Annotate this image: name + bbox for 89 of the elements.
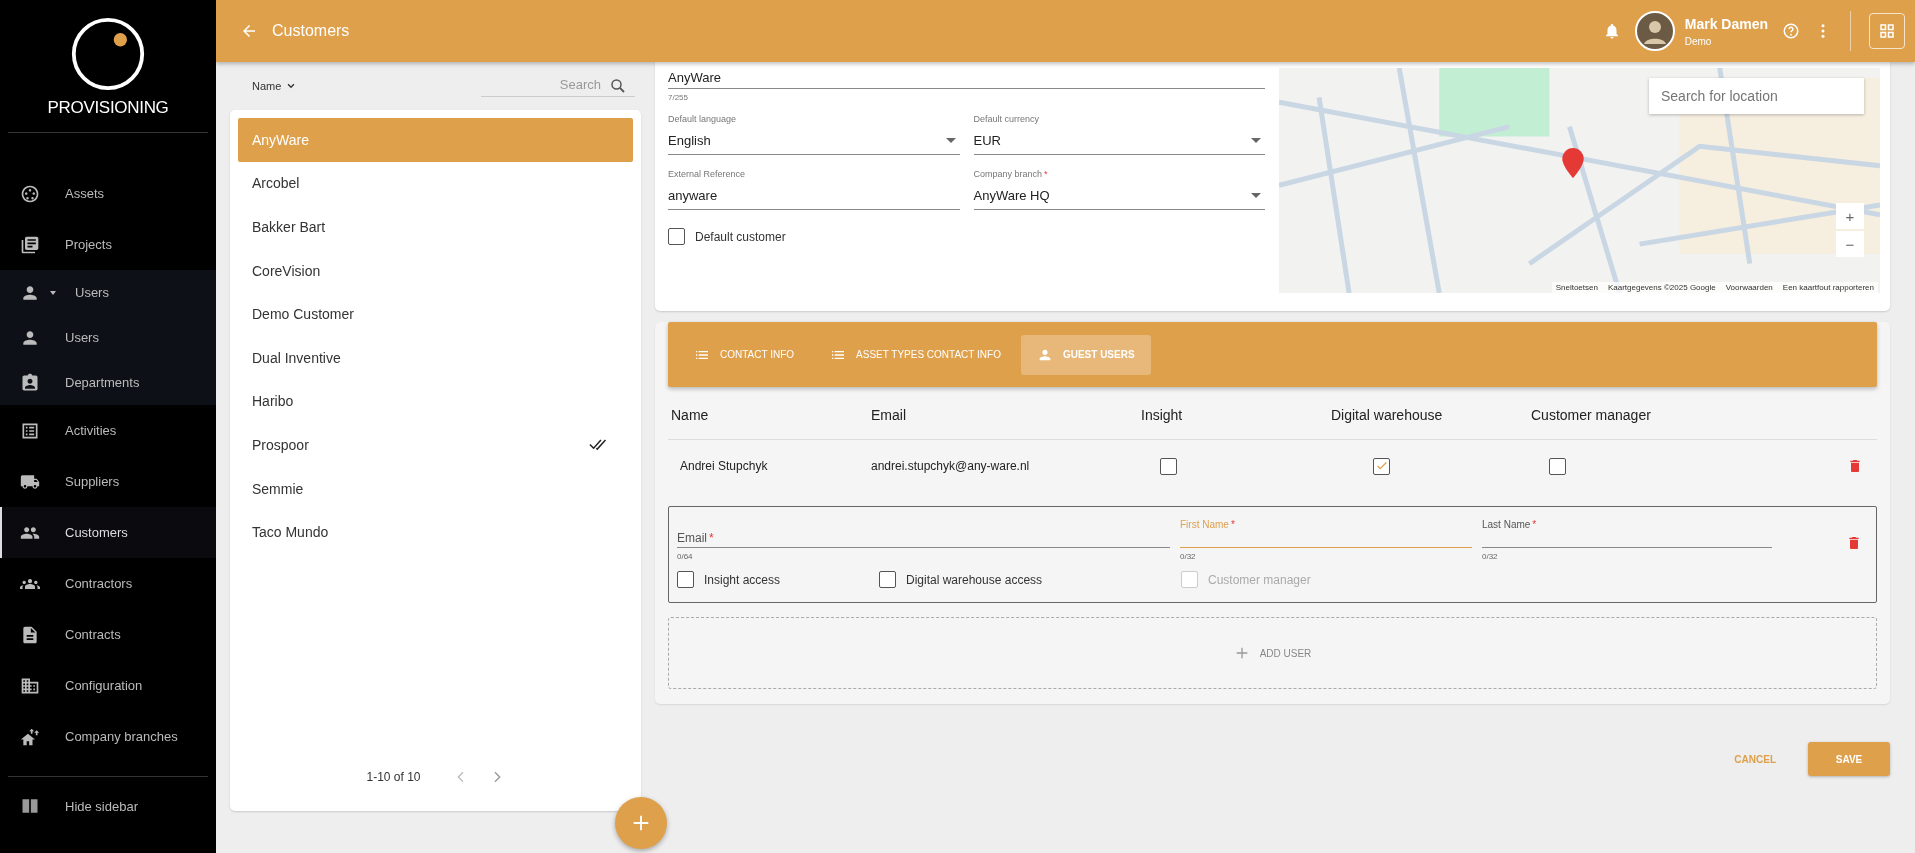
customer-item[interactable]: Taco Mundo: [238, 510, 633, 554]
column-header: Digital warehouse: [1331, 407, 1444, 423]
zoom-in-button[interactable]: +: [1836, 203, 1864, 229]
map-attribution-link[interactable]: Sneltoetsen: [1555, 283, 1598, 292]
select-field[interactable]: EUR: [973, 129, 1265, 155]
add-customer-button[interactable]: [615, 797, 667, 849]
hide-sidebar-button[interactable]: Hide sidebar: [0, 785, 216, 827]
trash-icon[interactable]: [1847, 458, 1863, 474]
checkbox[interactable]: [1549, 457, 1566, 475]
location-search-field[interactable]: Search for location: [1649, 78, 1864, 114]
input-field[interactable]: Email *: [677, 519, 1170, 548]
customer-item[interactable]: Bakker Bart: [238, 205, 633, 249]
checkbox[interactable]: [1373, 457, 1390, 475]
character-counter: 0/32: [1180, 552, 1197, 561]
checkbox[interactable]: [879, 571, 896, 588]
column-header: Insight: [1141, 407, 1184, 423]
checkbox-label: Customer manager: [1208, 572, 1311, 587]
sidebar-item[interactable]: Assets: [0, 168, 216, 219]
dropdown-arrow-icon: [945, 137, 956, 144]
input-field[interactable]: anyware: [668, 184, 960, 210]
trash-icon[interactable]: [1846, 535, 1862, 551]
sidebar-item[interactable]: Customers: [0, 507, 216, 558]
character-counter: 7/255: [668, 93, 690, 102]
customer-item[interactable]: Arcobel: [238, 161, 633, 206]
select-field[interactable]: AnyWare HQ: [973, 184, 1265, 210]
search-field[interactable]: Search: [481, 75, 601, 96]
sidebar-item[interactable]: Contracts: [0, 609, 216, 660]
character-counter: 0/32: [1482, 552, 1499, 561]
user-role: Demo: [1684, 35, 1713, 47]
sort-label[interactable]: Name: [252, 80, 282, 92]
customer-item[interactable]: Dual Inventive: [238, 335, 633, 380]
zoom-out-button[interactable]: −: [1836, 231, 1864, 257]
field-label: Default language: [668, 114, 738, 124]
name-field[interactable]: AnyWare: [668, 68, 1265, 89]
sidebar-item[interactable]: Contractors: [0, 558, 216, 609]
checkbox-label: Default customer: [695, 229, 786, 244]
column-header: Customer manager: [1531, 407, 1652, 423]
map-attribution-link[interactable]: Een kaartfout rapporteren: [1782, 283, 1874, 292]
table-cell-text: andrei.stupchyk@any-ware.nl: [871, 459, 1031, 473]
logo-text: PROVISIONING: [47, 98, 169, 118]
map-attribution-link[interactable]: Kaartgegevens ©2025 Google: [1607, 283, 1716, 292]
assets-icon: [20, 183, 40, 204]
document-icon: [20, 624, 40, 645]
pagination-text: 1-10 of 10: [366, 770, 421, 784]
customer-item[interactable]: Haribo: [238, 379, 633, 424]
sidebar-group[interactable]: Users: [0, 270, 216, 315]
avatar-icon[interactable]: [1634, 11, 1675, 51]
search-icon[interactable]: [609, 76, 627, 95]
character-counter: 0/64: [677, 552, 694, 561]
page-title: Customers: [272, 22, 350, 40]
field-label: Company branch *: [973, 169, 1049, 179]
logo-icon: [70, 16, 146, 92]
houses-icon: [20, 726, 40, 747]
sidebar-item[interactable]: Suppliers: [0, 456, 216, 507]
input-field[interactable]: First Name *: [1180, 519, 1472, 548]
checkbox-label: Digital warehouse access: [906, 572, 1043, 587]
sidebar-item[interactable]: Projects: [0, 219, 216, 270]
column-header: Name: [670, 407, 710, 423]
sidebar-item[interactable]: Company branches: [0, 711, 216, 762]
sidebar-item[interactable]: Users: [0, 315, 216, 360]
map-placeholder[interactable]: Search for location + − Sneltoetsen Kaartgegevens ©2025 Google Voorwaarden Een kaartfout rapporteren: [1279, 68, 1880, 293]
customer-item[interactable]: Prospoor: [238, 423, 633, 467]
map-attribution-link[interactable]: Voorwaarden: [1725, 283, 1773, 292]
apps-button[interactable]: [1869, 13, 1905, 49]
sidebar-item[interactable]: Departments: [0, 360, 216, 405]
user-name: Mark Damen: [1684, 15, 1768, 32]
sidebar-item[interactable]: Activities: [0, 405, 216, 456]
checkbox[interactable]: [1160, 457, 1177, 475]
checkbox[interactable]: [677, 571, 694, 588]
sidebar-item[interactable]: Configuration: [0, 660, 216, 711]
field-label: External Reference: [668, 169, 747, 179]
select-field[interactable]: English: [668, 129, 960, 155]
split-panel-icon: [20, 796, 40, 816]
dropdown-arrow-icon: [1251, 137, 1261, 144]
field-label: Default currency: [973, 114, 1041, 124]
badge-icon: [20, 372, 40, 393]
input-field[interactable]: Last Name *: [1482, 519, 1772, 548]
checkbox[interactable]: [668, 228, 685, 245]
customer-item[interactable]: Demo Customer: [238, 292, 633, 336]
help-icon[interactable]: [1782, 22, 1800, 40]
table-cell-text: Andrei Stupchyk: [679, 459, 769, 473]
map-pin-icon: [1562, 148, 1584, 178]
checkbox-label: Insight access: [704, 572, 781, 587]
customer-item[interactable]: CoreVision: [238, 248, 633, 293]
books-icon: [20, 234, 40, 255]
column-header: Email: [871, 407, 907, 423]
grid-icon: [1878, 22, 1896, 40]
customer-item[interactable]: Semmie: [238, 466, 633, 511]
dropdown-arrow-icon: [1251, 192, 1261, 199]
